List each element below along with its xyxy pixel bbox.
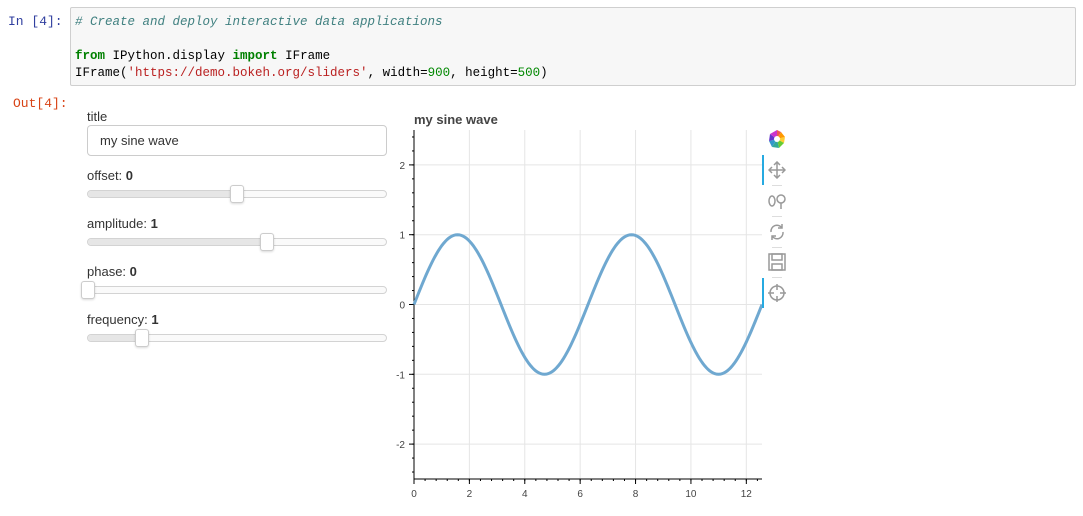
sine-plot[interactable]: 210-1-20 2 4 6 8 10 12 — [0, 0, 1083, 516]
y-tick-label: -2 — [396, 440, 405, 451]
x-tick-label: 2 — [467, 489, 473, 500]
x-tick-label: 6 — [577, 489, 583, 500]
x-tick-label: 8 — [633, 489, 639, 500]
bokeh-logo-icon[interactable] — [766, 128, 788, 150]
crosshair-icon[interactable] — [766, 282, 788, 304]
y-tick-label: -1 — [396, 370, 405, 381]
y-tick-label: 2 — [399, 161, 405, 172]
toolbar-divider — [772, 247, 782, 248]
pan-active-indicator — [762, 155, 764, 185]
x-tick-label: 10 — [685, 489, 697, 500]
x-tick-label: 12 — [741, 489, 753, 500]
x-tick-label: 4 — [522, 489, 528, 500]
toolbar-divider — [772, 185, 782, 186]
y-tick-label: 1 — [399, 231, 405, 242]
save-icon[interactable] — [766, 251, 788, 273]
wheel-zoom-icon[interactable] — [766, 190, 788, 212]
toolbar-divider — [772, 277, 782, 278]
x-tick-label: 0 — [411, 489, 417, 500]
pan-icon[interactable] — [766, 159, 788, 181]
reset-icon[interactable] — [766, 221, 788, 243]
crosshair-active-indicator — [762, 278, 764, 308]
y-tick-label: 0 — [399, 301, 405, 312]
toolbar-divider — [772, 216, 782, 217]
